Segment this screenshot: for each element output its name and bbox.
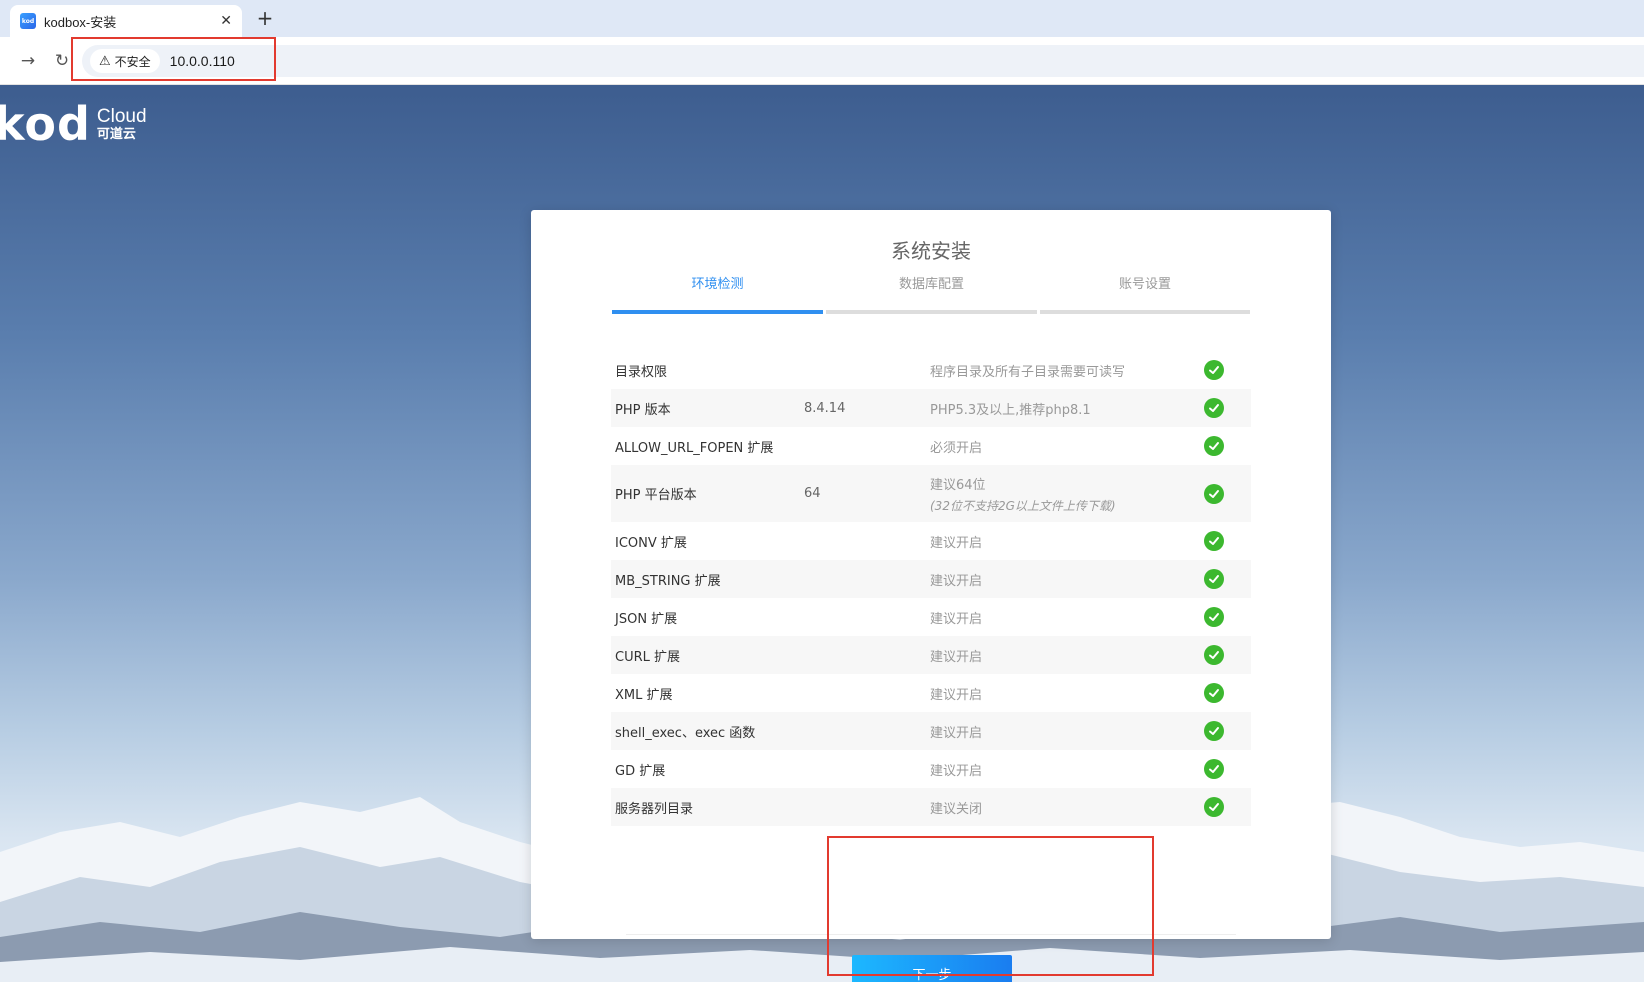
table-row: 目录权限 程序目录及所有子目录需要可读写 [611,351,1251,389]
warning-icon: ⚠ [99,53,111,69]
table-row: GD 扩展 建议开启 [611,750,1251,788]
check-name: CURL 扩展 [615,649,681,665]
page-title: 系统安装 [891,239,971,263]
check-description: 建议开启 [930,522,982,560]
check-desc-text: 建议开启 [930,535,983,551]
environment-check-table: 目录权限 程序目录及所有子目录需要可读写 PHP 版本 8.4.14 PHP5.3及以上… [611,351,1251,826]
table-row: PHP 平台版本 64 建议64位 (32位不支持2G以上文件上传下载) [611,465,1251,522]
check-success-icon [1204,721,1224,741]
check-description: 建议开启 [930,636,982,674]
logo-cn-text: 可道云 [96,127,136,142]
table-row: JSON 扩展 建议开启 [611,598,1251,636]
step-label: 数据库配置 [898,277,964,292]
step-progress-bar [826,310,1037,314]
check-description: 建议关闭 [930,788,982,826]
check-description: 建议开启 [930,750,982,788]
url-text[interactable]: 10.0.0.110 [170,53,235,69]
check-name: PHP 平台版本 [615,488,697,503]
check-desc-text: 建议开启 [930,725,983,741]
check-desc-text: 建议开启 [930,649,983,665]
check-desc-text: 程序目录及所有子目录需要可读写 [930,364,1126,380]
address-bar[interactable]: ⚠ 不安全 10.0.0.110 [82,45,1644,77]
check-success-icon [1204,645,1224,665]
check-success-icon [1204,759,1224,779]
table-row: 服务器列目录 建议关闭 [611,788,1251,826]
check-description: 必须开启 [930,427,982,465]
browser-tab[interactable]: kod kodbox-安装 ✕ [10,5,242,37]
check-value: 8.4.14 [804,400,846,416]
table-row: ALLOW_URL_FOPEN 扩展 必须开启 [611,427,1251,465]
step-progress-bar [612,310,823,314]
tab-title: kodbox-安装 [44,14,117,30]
install-steps: 环境检测 数据库配置 账号设置 [612,274,1250,314]
check-desc-text: 必须开启 [930,440,983,456]
step-label: 账号设置 [1118,277,1171,292]
check-description: PHP5.3及以上,推荐php8.1 [930,389,1091,427]
check-description: 建议开启 [930,560,982,598]
check-value: 64 [804,486,821,501]
security-label: 不安全 [114,54,151,69]
check-success-icon [1204,531,1224,551]
check-success-icon [1204,436,1224,456]
browser-toolbar: → ↻ ⚠ 不安全 10.0.0.110 [0,37,1644,85]
security-indicator[interactable]: ⚠ 不安全 [90,49,160,73]
table-row: shell_exec、exec 函数 建议开启 [611,712,1251,750]
divider [626,934,1236,935]
table-row: CURL 扩展 建议开启 [611,636,1251,674]
table-row: ICONV 扩展 建议开启 [611,522,1251,560]
step-label: 环境检测 [691,277,744,292]
check-desc-text: PHP5.3及以上,推荐php8.1 [930,402,1091,418]
check-success-icon [1204,483,1224,504]
check-name: ALLOW_URL_FOPEN 扩展 [615,440,774,456]
page-background: kod Cloud 可道云 系统安装 环境检测 数据库配置 账号设置 目录权限 程… [0,85,1644,982]
step-environment-check[interactable]: 环境检测 [612,274,823,314]
check-description: 程序目录及所有子目录需要可读写 [930,351,1125,389]
check-name: ICONV 扩展 [615,535,687,551]
check-desc-text: 建议开启 [930,573,983,589]
check-success-icon [1204,360,1224,380]
check-name: XML 扩展 [615,687,673,703]
check-success-icon [1204,607,1224,627]
kodcloud-logo: kod Cloud 可道云 [0,97,147,151]
table-row: PHP 版本 8.4.14 PHP5.3及以上,推荐php8.1 [611,389,1251,427]
install-card: 系统安装 环境检测 数据库配置 账号设置 目录权限 程序目录及所有子目录需要可读写… [531,210,1331,982]
close-tab-icon[interactable]: ✕ [220,13,232,29]
check-name: JSON 扩展 [615,611,678,627]
check-success-icon [1204,797,1224,817]
check-name: GD 扩展 [615,763,666,779]
check-name: MB_STRING 扩展 [615,573,721,589]
check-description: 建议开启 [930,712,982,750]
check-description: 建议开启 [930,598,982,636]
table-row: MB_STRING 扩展 建议开启 [611,560,1251,598]
step-database-config[interactable]: 数据库配置 [826,274,1037,314]
check-name: 服务器列目录 [615,801,694,817]
new-tab-button[interactable]: + [253,6,277,30]
forward-icon[interactable]: → [14,47,42,75]
check-desc-text: 建议开启 [930,687,983,703]
check-desc-text: 建议开启 [930,611,983,627]
kodbox-favicon-icon: kod [20,13,36,29]
check-success-icon [1204,683,1224,703]
step-account-settings[interactable]: 账号设置 [1040,274,1250,314]
check-desc-text: 建议关闭 [930,801,983,817]
check-name: 目录权限 [615,364,668,380]
check-desc-text: 建议开启 [930,763,983,779]
check-description: 建议64位 (32位不支持2G以上文件上传下载) [930,465,1116,522]
table-row: XML 扩展 建议开启 [611,674,1251,712]
browser-tab-bar: kod kodbox-安装 ✕ + [0,0,1644,37]
check-success-icon [1204,569,1224,589]
check-desc-note: (32位不支持2G以上文件上传下载) [930,498,1116,513]
check-name: shell_exec、exec 函数 [615,725,756,741]
logo-cloud-text: Cloud [96,106,147,127]
check-success-icon [1204,398,1224,418]
check-desc-text: 建议64位 [930,477,986,493]
check-name: PHP 版本 [615,402,671,418]
check-description: 建议开启 [930,674,982,712]
next-step-button[interactable]: 下一步 [852,955,1012,982]
reload-icon[interactable]: ↻ [48,47,76,75]
logo-mark: kod [0,97,91,151]
step-progress-bar [1040,310,1250,314]
